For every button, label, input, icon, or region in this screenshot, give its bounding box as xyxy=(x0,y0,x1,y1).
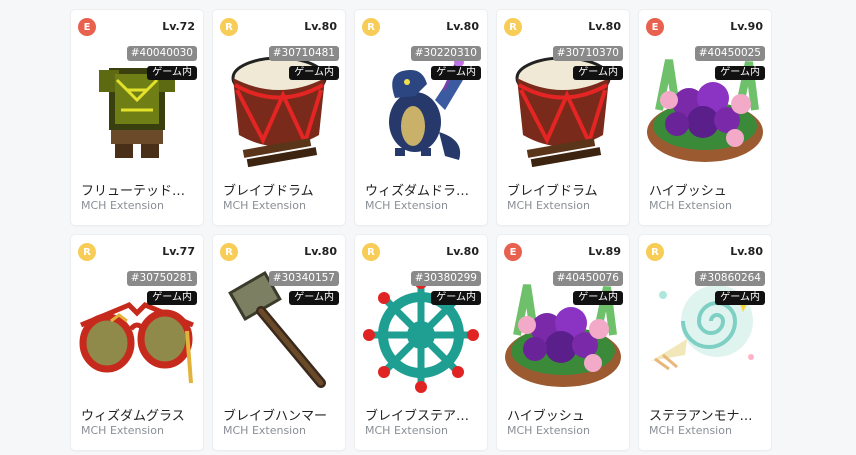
level-label: Lv.90 xyxy=(730,20,763,33)
item-name: フリューテッド… xyxy=(81,184,186,199)
rarity-badge: R xyxy=(220,18,238,36)
item-card-10[interactable]: R Lv.80 #30860264 ゲーム内 ステラアンモナ… MCH Exte… xyxy=(639,235,771,450)
in-game-badge: ゲーム内 xyxy=(431,66,481,80)
in-game-badge: ゲーム内 xyxy=(715,291,765,305)
token-id-badge: #30710481 xyxy=(268,46,339,61)
rarity-badge: R xyxy=(362,18,380,36)
in-game-badge: ゲーム内 xyxy=(289,66,339,80)
in-game-badge: ゲーム内 xyxy=(289,291,339,305)
level-label: Lv.80 xyxy=(446,20,479,33)
rarity-badge: E xyxy=(646,18,664,36)
level-label: Lv.80 xyxy=(304,245,337,258)
rarity-badge: R xyxy=(78,243,96,261)
item-card-8[interactable]: R Lv.80 #30380299 ゲーム内 ブレイブステア… MCH Exte… xyxy=(355,235,487,450)
in-game-badge: ゲーム内 xyxy=(147,291,197,305)
level-label: Lv.89 xyxy=(588,245,621,258)
rarity-badge: R xyxy=(220,243,238,261)
item-card-5[interactable]: E Lv.90 #40450025 ゲーム内 ハイブッシュ MCH Extens… xyxy=(639,10,771,225)
rarity-badge: E xyxy=(504,243,522,261)
token-id-badge: #40450025 xyxy=(694,46,765,61)
in-game-badge: ゲーム内 xyxy=(431,291,481,305)
item-name: ハイブッシュ xyxy=(649,184,727,199)
token-id-badge: #40450076 xyxy=(552,271,623,286)
token-id-badge: #30220310 xyxy=(410,46,481,61)
item-card-4[interactable]: R Lv.80 #30710370 ゲーム内 ブレイブドラム MCH Exten… xyxy=(497,10,629,225)
rarity-badge: R xyxy=(646,243,664,261)
level-label: Lv.80 xyxy=(730,245,763,258)
item-name: ブレイブドラム xyxy=(223,184,314,199)
rarity-badge: R xyxy=(362,243,380,261)
token-id-badge: #40040030 xyxy=(126,46,197,61)
in-game-badge: ゲーム内 xyxy=(573,291,623,305)
item-name: ブレイブドラム xyxy=(507,184,598,199)
item-name: ブレイブハンマー xyxy=(223,409,328,424)
extension-label: MCH Extension xyxy=(81,424,164,437)
extension-label: MCH Extension xyxy=(81,199,164,212)
extension-label: MCH Extension xyxy=(365,199,448,212)
level-label: Lv.77 xyxy=(162,245,195,258)
token-id-badge: #30750281 xyxy=(126,271,197,286)
token-id-badge: #30860264 xyxy=(694,271,765,286)
extension-label: MCH Extension xyxy=(223,424,306,437)
item-card-3[interactable]: R Lv.80 #30220310 ゲーム内 ウィズダムドラ… MCH Exte… xyxy=(355,10,487,225)
extension-label: MCH Extension xyxy=(649,199,732,212)
item-name: ブレイブステア… xyxy=(365,409,470,424)
extension-label: MCH Extension xyxy=(649,424,732,437)
in-game-badge: ゲーム内 xyxy=(147,66,197,80)
level-label: Lv.80 xyxy=(304,20,337,33)
extension-label: MCH Extension xyxy=(507,424,590,437)
item-grid: E Lv.72 #40040030 ゲーム内 フリューテッド… MCH Exte… xyxy=(71,10,771,450)
in-game-badge: ゲーム内 xyxy=(573,66,623,80)
item-name: ウィズダムグラス xyxy=(81,409,185,424)
token-id-badge: #30380299 xyxy=(410,271,481,286)
item-name: ウィズダムドラ… xyxy=(365,184,470,199)
item-card-1[interactable]: E Lv.72 #40040030 ゲーム内 フリューテッド… MCH Exte… xyxy=(71,10,203,225)
token-id-badge: #30710370 xyxy=(552,46,623,61)
token-id-badge: #30340157 xyxy=(268,271,339,286)
extension-label: MCH Extension xyxy=(507,199,590,212)
item-name: ハイブッシュ xyxy=(507,409,585,424)
item-card-6[interactable]: R Lv.77 #30750281 ゲーム内 ウィズダムグラス MCH Exte… xyxy=(71,235,203,450)
level-label: Lv.80 xyxy=(446,245,479,258)
level-label: Lv.72 xyxy=(162,20,195,33)
rarity-badge: E xyxy=(78,18,96,36)
item-card-2[interactable]: R Lv.80 #30710481 ゲーム内 ブレイブドラム MCH Exten… xyxy=(213,10,345,225)
in-game-badge: ゲーム内 xyxy=(715,66,765,80)
level-label: Lv.80 xyxy=(588,20,621,33)
rarity-badge: R xyxy=(504,18,522,36)
item-card-7[interactable]: R Lv.80 #30340157 ゲーム内 ブレイブハンマー MCH Exte… xyxy=(213,235,345,450)
extension-label: MCH Extension xyxy=(365,424,448,437)
item-name: ステラアンモナ… xyxy=(649,409,753,424)
extension-label: MCH Extension xyxy=(223,199,306,212)
item-card-9[interactable]: E Lv.89 #40450076 ゲーム内 ハイブッシュ MCH Extens… xyxy=(497,235,629,450)
